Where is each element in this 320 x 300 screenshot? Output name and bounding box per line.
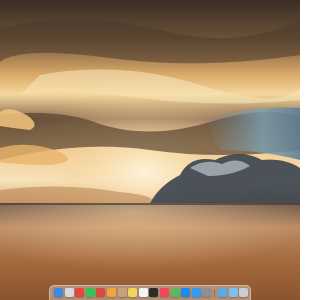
safari-icon[interactable] — [191, 288, 201, 297]
music-icon[interactable] — [160, 288, 169, 297]
dock — [49, 285, 251, 300]
contacts-icon[interactable] — [117, 288, 127, 297]
search-app-icon[interactable] — [96, 288, 106, 297]
trash-icon[interactable] — [239, 288, 249, 297]
downloads-folder-icon[interactable] — [218, 288, 227, 297]
calendar-icon[interactable] — [138, 288, 148, 297]
dock-separator — [214, 289, 215, 297]
photos-icon[interactable] — [107, 288, 116, 297]
notes-icon[interactable] — [128, 288, 138, 297]
chrome-icon[interactable] — [75, 288, 85, 297]
messages-icon[interactable] — [85, 288, 95, 297]
launchpad-icon[interactable] — [64, 288, 74, 297]
sunset-sky — [0, 0, 300, 205]
maps-icon[interactable] — [170, 288, 180, 297]
settings-icon[interactable] — [202, 288, 212, 297]
documents-folder-icon[interactable] — [228, 288, 238, 297]
desktop-wallpaper — [0, 0, 300, 300]
finder-icon[interactable] — [54, 288, 63, 297]
app-store-icon[interactable] — [181, 288, 191, 297]
terminal-icon[interactable] — [149, 288, 159, 297]
